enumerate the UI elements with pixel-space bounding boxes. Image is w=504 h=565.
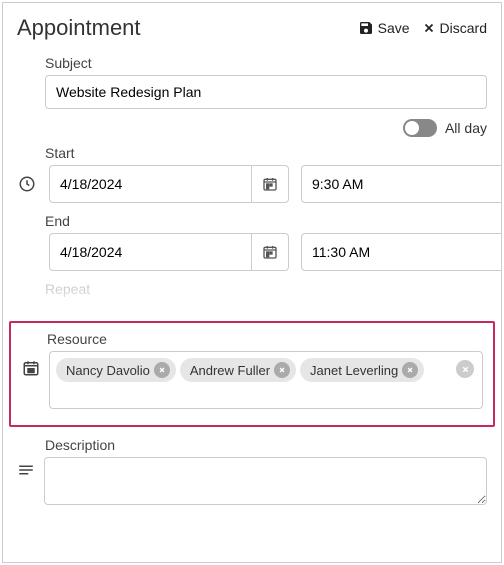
start-group: Start [17, 145, 487, 203]
description-label: Description [17, 437, 487, 453]
subject-label: Subject [17, 55, 487, 71]
end-time-box[interactable] [301, 233, 502, 271]
description-group: Description [17, 437, 487, 505]
discard-button[interactable]: Discard [422, 20, 487, 36]
toggle-knob [405, 121, 419, 135]
save-label: Save [378, 20, 410, 36]
repeat-group: Repeat [17, 281, 487, 315]
description-textarea[interactable] [44, 457, 487, 505]
chip-remove-icon[interactable] [274, 362, 290, 378]
end-date-input[interactable] [50, 236, 251, 268]
start-time-box[interactable] [301, 165, 502, 203]
resource-section: Resource Nancy Davolio Andrew Fuller [9, 321, 495, 427]
clear-all-icon[interactable] [456, 360, 474, 378]
fade-overlay [17, 281, 487, 315]
start-date-input[interactable] [50, 168, 251, 200]
header-actions: Save Discard [358, 20, 487, 36]
chip-label: Janet Leverling [310, 363, 398, 378]
allday-row: All day [17, 119, 487, 137]
save-icon [358, 20, 374, 36]
chip-remove-icon[interactable] [402, 362, 418, 378]
allday-toggle[interactable] [403, 119, 437, 137]
start-row [17, 165, 487, 203]
resource-row: Nancy Davolio Andrew Fuller Janet Leverl… [21, 351, 483, 409]
resource-chip: Janet Leverling [300, 358, 424, 382]
end-group: End [17, 213, 487, 271]
chip-remove-icon[interactable] [154, 362, 170, 378]
save-button[interactable]: Save [358, 20, 410, 36]
start-time-input[interactable] [302, 168, 502, 200]
allday-label: All day [445, 120, 487, 136]
discard-label: Discard [440, 20, 487, 36]
calendar-icon[interactable] [251, 234, 288, 270]
start-label: Start [17, 145, 487, 161]
description-row [17, 457, 487, 505]
resource-chip: Nancy Davolio [56, 358, 176, 382]
close-icon [422, 21, 436, 35]
end-time-input[interactable] [302, 236, 502, 268]
chip-label: Andrew Fuller [190, 363, 270, 378]
end-label: End [17, 213, 487, 229]
resource-label: Resource [21, 331, 483, 347]
dialog-title: Appointment [17, 15, 141, 41]
appointment-dialog: Appointment Save Discard Subject All day [2, 2, 502, 563]
calendar-icon[interactable] [251, 166, 288, 202]
subject-input[interactable] [45, 75, 487, 109]
resource-multiselect[interactable]: Nancy Davolio Andrew Fuller Janet Leverl… [49, 351, 483, 409]
resource-chip: Andrew Fuller [180, 358, 296, 382]
subject-group: Subject [17, 55, 487, 109]
end-row [17, 233, 487, 271]
calendar-date-icon [21, 359, 41, 377]
start-date-box[interactable] [49, 165, 289, 203]
notes-icon [17, 461, 36, 479]
chip-label: Nancy Davolio [66, 363, 150, 378]
end-date-box[interactable] [49, 233, 289, 271]
clock-icon [17, 175, 37, 193]
dialog-header: Appointment Save Discard [17, 15, 487, 41]
